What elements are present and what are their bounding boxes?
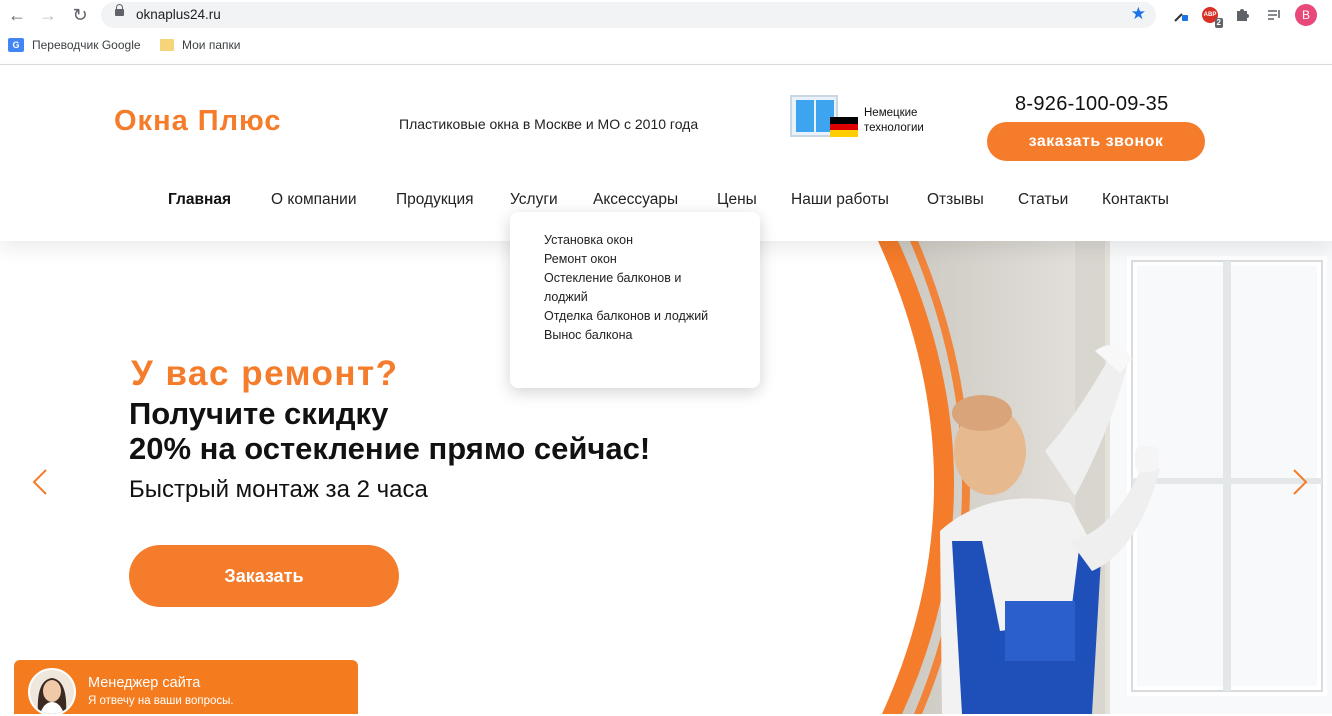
bookmark-label: Переводчик Google: [32, 38, 141, 52]
browser-chrome: ← → ↻ oknaplus24.ru ★ ABP 2 B G Переводчи…: [0, 0, 1332, 65]
back-icon[interactable]: ←: [5, 4, 29, 26]
nav-our-works[interactable]: Наши работы: [791, 191, 889, 209]
bookmark-label: Мои папки: [182, 38, 241, 52]
nav-home[interactable]: Главная: [168, 191, 231, 209]
google-translate-icon: G: [8, 38, 24, 52]
services-dropdown: Установка окон Ремонт окон Остекление ба…: [510, 212, 760, 388]
forward-icon[interactable]: →: [36, 4, 60, 26]
order-call-button[interactable]: заказать звонок: [987, 122, 1205, 161]
address-bar[interactable]: oknaplus24.ru ★: [101, 2, 1156, 28]
url-text[interactable]: oknaplus24.ru: [136, 7, 221, 22]
worker-photo: [870, 241, 1332, 714]
folder-icon: [160, 39, 174, 51]
dropdown-item-repair[interactable]: Ремонт окон: [544, 250, 709, 269]
hero-subtitle: Получите скидку 20% на остекление прямо …: [129, 396, 651, 466]
dropdown-item-balcony-finishing[interactable]: Отделка балконов и лоджий: [544, 307, 709, 326]
reload-icon[interactable]: ↻: [68, 4, 92, 26]
dropdown-item-balcony-extension[interactable]: Вынос балкона: [544, 326, 709, 345]
chat-widget[interactable]: Менеджер сайта Я отвечу на ваши вопросы.: [14, 660, 358, 716]
tagline: Пластиковые окна в Москве и МО с 2010 го…: [399, 116, 699, 132]
adblock-badge: 2: [1214, 18, 1223, 28]
site-logo[interactable]: Окна Плюс: [114, 105, 282, 138]
nav-services[interactable]: Услуги: [510, 191, 558, 209]
profile-avatar[interactable]: B: [1295, 4, 1317, 26]
extensions-puzzle-icon[interactable]: [1231, 4, 1253, 26]
hero-fast-install: Быстрый монтаж за 2 часа: [129, 476, 428, 503]
german-tech-badge: Немецкие технологии: [790, 95, 940, 145]
reading-list-icon[interactable]: [1263, 4, 1285, 26]
dropdown-item-install[interactable]: Установка окон: [544, 231, 709, 250]
adblock-icon[interactable]: ABP 2: [1199, 4, 1223, 28]
bookmark-star-icon[interactable]: ★: [1131, 4, 1146, 24]
bookmark-google-translate[interactable]: G Переводчик Google: [8, 38, 141, 52]
adblock-label: ABP: [1203, 12, 1217, 18]
german-tech-text: Немецкие технологии: [864, 107, 924, 134]
chat-manager-name: Менеджер сайта: [88, 675, 201, 691]
german-flag-icon: [830, 117, 858, 137]
manager-avatar: [28, 668, 76, 716]
nav-contacts[interactable]: Контакты: [1102, 191, 1169, 209]
slider-prev-arrow-icon[interactable]: [30, 467, 52, 497]
order-button[interactable]: Заказать: [129, 545, 399, 607]
hero-title: У вас ремонт?: [131, 354, 399, 393]
chat-subtitle: Я отвечу на ваши вопросы.: [88, 695, 234, 707]
nav-products[interactable]: Продукция: [396, 191, 474, 209]
dropdown-item-balcony-glazing[interactable]: Остекление балконов и лоджий: [544, 269, 709, 307]
nav-about[interactable]: О компании: [271, 191, 357, 209]
nav-accessories[interactable]: Аксессуары: [593, 191, 678, 209]
bookmark-my-folders[interactable]: Мои папки: [160, 38, 240, 52]
nav-reviews[interactable]: Отзывы: [927, 191, 984, 209]
eyedropper-icon[interactable]: [1170, 4, 1192, 26]
nav-prices[interactable]: Цены: [717, 191, 757, 209]
lock-icon: [115, 4, 124, 16]
phone-number[interactable]: 8-926-100-09-35: [1015, 93, 1169, 116]
nav-articles[interactable]: Статьи: [1018, 191, 1068, 209]
slider-next-arrow-icon[interactable]: [1288, 467, 1310, 497]
